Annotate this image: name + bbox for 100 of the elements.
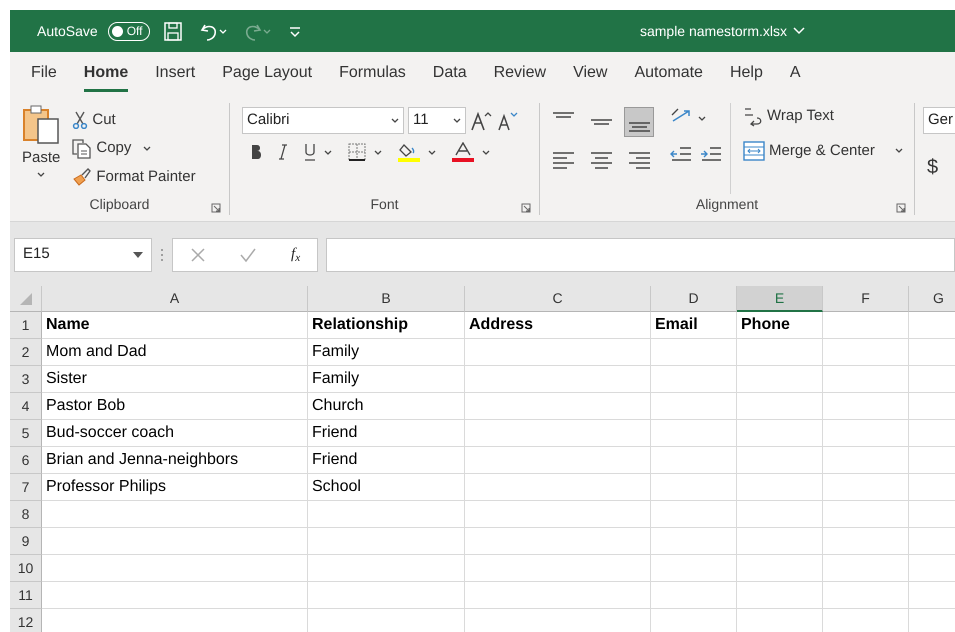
column-header[interactable]: D xyxy=(651,286,737,312)
insert-function-button[interactable]: f$_{x}$ xyxy=(291,243,300,266)
italic-icon[interactable] xyxy=(278,144,288,160)
row-header[interactable]: 7 xyxy=(10,474,42,501)
decrease-indent-icon[interactable] xyxy=(670,145,692,163)
ribbon-tab[interactable]: Review xyxy=(494,55,546,92)
launcher-icon[interactable] xyxy=(211,203,221,213)
row-header[interactable]: 2 xyxy=(10,339,42,366)
number-format-field[interactable]: Ger xyxy=(923,107,955,134)
row-header[interactable]: 6 xyxy=(10,447,42,474)
caret-icon xyxy=(37,172,46,176)
fill-color-icon[interactable] xyxy=(398,142,420,162)
row-header[interactable]: 8 xyxy=(10,501,42,528)
table-cell xyxy=(909,339,955,366)
increase-font-icon[interactable] xyxy=(470,110,492,132)
column-header[interactable]: B xyxy=(308,286,465,312)
table-cell: Pastor Bob xyxy=(42,393,308,420)
formula-input[interactable] xyxy=(326,238,955,272)
caret-icon xyxy=(262,28,271,34)
table-cell: Sister xyxy=(42,366,308,393)
column-header[interactable]: E xyxy=(737,286,823,312)
autosave-label: AutoSave xyxy=(37,22,98,40)
ribbon-tab[interactable]: File xyxy=(31,55,57,92)
align-bottom-icon xyxy=(628,122,650,132)
paintbrush-icon xyxy=(72,166,92,187)
dropdown-icon xyxy=(133,252,143,258)
ribbon-tab[interactable]: Formulas xyxy=(339,55,406,92)
align-top-icon xyxy=(552,112,574,118)
autosave-toggle[interactable]: Off xyxy=(108,22,150,40)
wrap-text-button[interactable]: Wrap Text xyxy=(739,103,907,130)
table-cell xyxy=(909,474,955,501)
launcher-icon[interactable] xyxy=(896,203,906,213)
column-header[interactable]: F xyxy=(823,286,909,312)
ribbon-tab[interactable]: Home xyxy=(84,55,128,92)
copy-icon xyxy=(72,138,92,158)
table-cell: Friend xyxy=(308,420,465,447)
decrease-font-icon[interactable] xyxy=(496,110,518,132)
table-cell xyxy=(909,366,955,393)
table-cell: Mom and Dad xyxy=(42,339,308,366)
row-header[interactable]: 1 xyxy=(10,312,42,339)
scissors-icon xyxy=(72,111,88,130)
caret-icon xyxy=(428,150,436,154)
caret-icon xyxy=(374,150,382,154)
table-cell: Family xyxy=(308,339,465,366)
column-header[interactable]: A xyxy=(42,286,308,312)
merge-center-button[interactable]: Merge & Center xyxy=(739,138,907,164)
increase-indent-icon[interactable] xyxy=(700,145,722,163)
ribbon-tab[interactable]: A xyxy=(790,55,801,92)
font-name-field[interactable]: Calibri xyxy=(242,107,404,134)
row-header[interactable]: 10 xyxy=(10,555,42,582)
font-color-icon[interactable] xyxy=(452,142,474,162)
paste-button[interactable]: Paste xyxy=(18,103,64,194)
row-header[interactable]: 9 xyxy=(10,528,42,555)
group-label: Font xyxy=(370,195,398,214)
row-header[interactable]: 3 xyxy=(10,366,42,393)
format-painter-button[interactable]: Format Painter xyxy=(68,164,200,190)
ribbon-tab[interactable]: View xyxy=(573,55,608,92)
caret-icon xyxy=(453,118,461,123)
table-cell: Brian and Jenna-neighbors xyxy=(42,447,308,474)
caret-icon xyxy=(698,116,706,120)
table-cell: Bud-soccer coach xyxy=(42,420,308,447)
table-cell xyxy=(909,447,955,474)
row-header[interactable]: 4 xyxy=(10,393,42,420)
caret-icon xyxy=(218,28,227,34)
table-cell xyxy=(909,312,955,339)
copy-button[interactable]: Copy xyxy=(68,135,200,162)
table-cell: Email xyxy=(651,312,737,339)
ribbon-tab[interactable]: Data xyxy=(432,55,467,92)
chevron-icon[interactable] xyxy=(793,27,805,35)
row-header[interactable]: 11 xyxy=(10,582,42,609)
underline-icon[interactable] xyxy=(304,143,316,161)
table-cell: Church xyxy=(308,393,465,420)
row-header[interactable]: 5 xyxy=(10,420,42,447)
table-cell: Relationship xyxy=(308,312,465,339)
ribbon-tab[interactable]: Page Layout xyxy=(222,55,312,92)
ribbon-tab[interactable]: Insert xyxy=(155,55,196,92)
font-size-field[interactable]: 11 xyxy=(408,107,466,134)
name-box[interactable]: E15 xyxy=(14,238,152,272)
caret-icon xyxy=(482,150,490,154)
ribbon-tab[interactable]: Automate xyxy=(634,55,703,92)
clipboard-icon xyxy=(22,105,60,145)
group-label: Alignment xyxy=(696,195,758,214)
grip-icon xyxy=(160,248,164,262)
align-bottom-button[interactable] xyxy=(624,107,654,137)
align-middle-icon xyxy=(590,119,612,125)
table-cell xyxy=(909,420,955,447)
cut-button[interactable]: Cut xyxy=(68,107,200,134)
column-header[interactable]: C xyxy=(465,286,651,312)
table-cell: Phone xyxy=(737,312,823,339)
table-cell xyxy=(909,528,955,555)
borders-icon[interactable] xyxy=(348,143,366,161)
launcher-icon[interactable] xyxy=(521,203,531,213)
caret-icon xyxy=(143,146,152,151)
table-cell xyxy=(909,393,955,420)
caret-icon xyxy=(324,150,332,154)
currency-button[interactable]: $ xyxy=(923,150,955,184)
ribbon-tab[interactable]: Help xyxy=(730,55,763,92)
table-cell xyxy=(909,501,955,528)
align-center-icon xyxy=(590,152,612,168)
bold-icon[interactable] xyxy=(250,144,262,160)
